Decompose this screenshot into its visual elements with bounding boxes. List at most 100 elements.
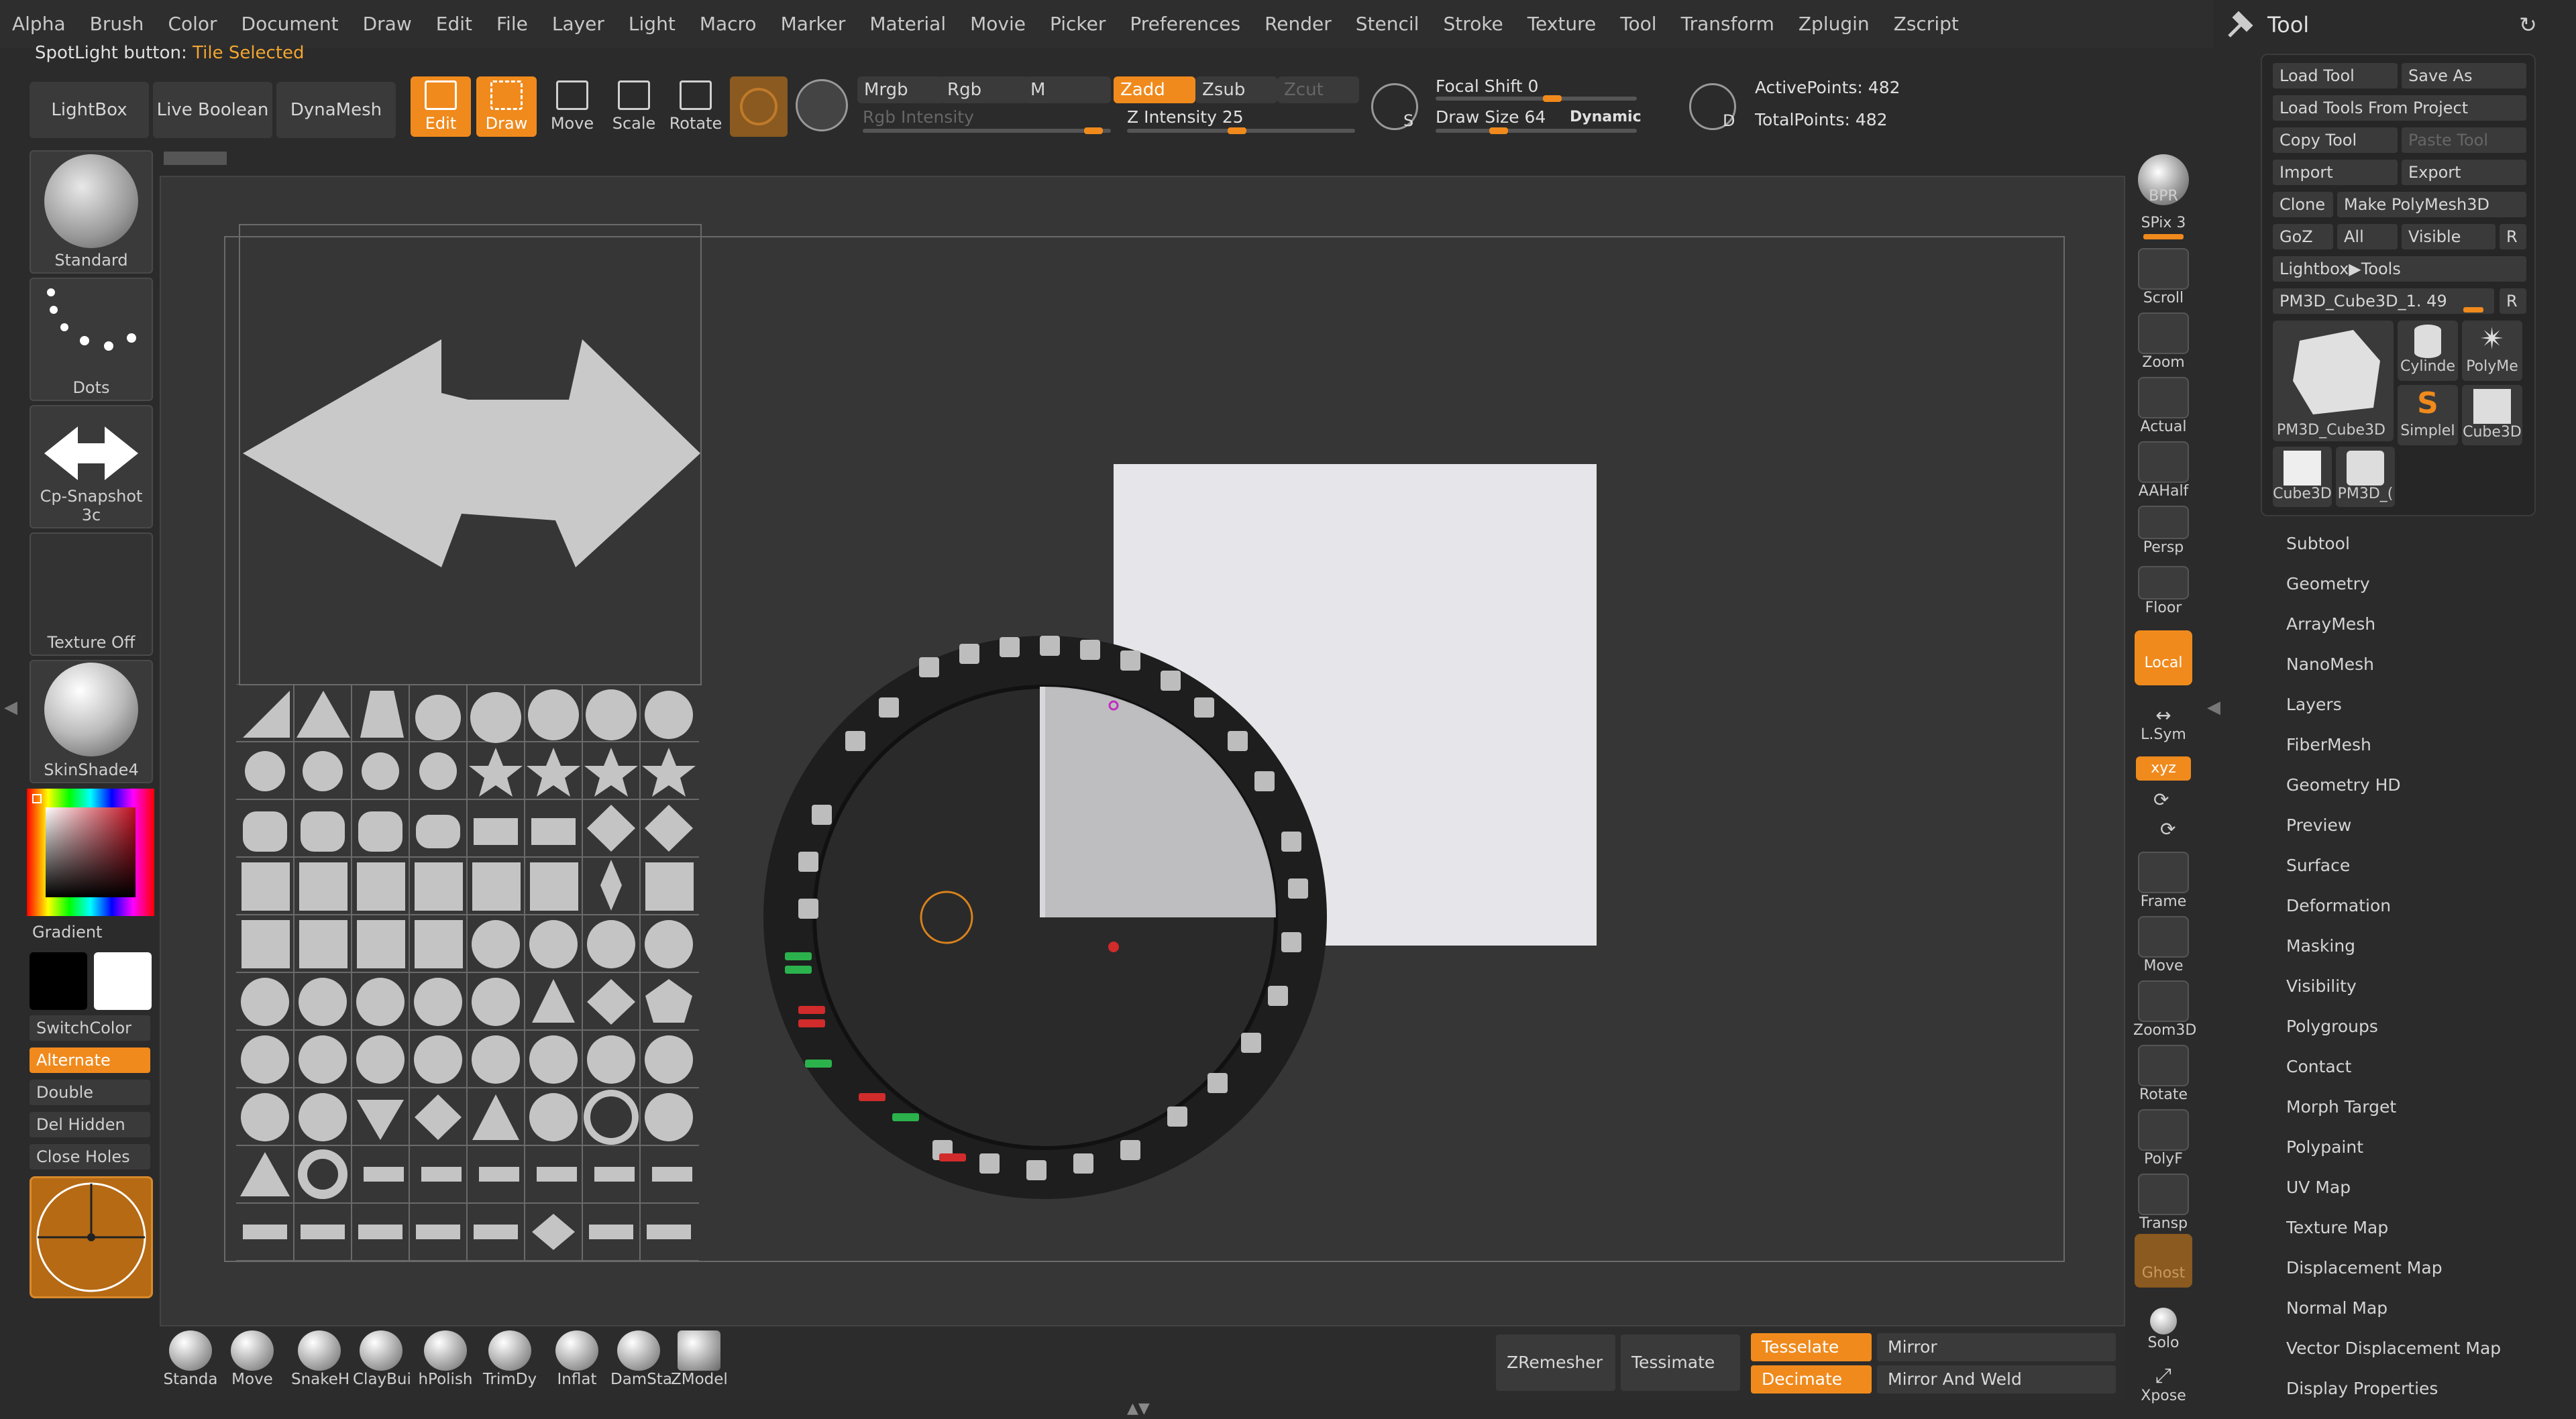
subpalette-surface[interactable]: Surface xyxy=(2286,856,2350,875)
brush-inflate[interactable]: Inflat xyxy=(549,1330,605,1388)
scroll-button[interactable]: Scroll xyxy=(2133,248,2194,306)
subpalette-texture-map[interactable]: Texture Map xyxy=(2286,1218,2388,1237)
alternate-button[interactable]: Alternate xyxy=(30,1047,150,1073)
copy-tool-button[interactable]: Copy Tool xyxy=(2273,127,2398,153)
make-polymesh3d-button[interactable]: Make PolyMesh3D xyxy=(2337,192,2526,217)
dynamesh-button[interactable]: DynaMesh xyxy=(276,82,396,138)
scale-button[interactable]: Scale xyxy=(604,80,664,133)
floor-button[interactable]: Floor xyxy=(2133,566,2194,616)
rgb-button[interactable]: Rgb xyxy=(941,76,1028,103)
switchcolor-button[interactable]: SwitchColor xyxy=(30,1015,150,1041)
brush-claybuildup[interactable]: ClayBui xyxy=(353,1330,411,1388)
rotate-z-icon[interactable]: ⟳ xyxy=(2160,818,2176,840)
menu-tool[interactable]: Tool xyxy=(1608,0,1668,48)
load-tool-button[interactable]: Load Tool xyxy=(2273,63,2398,89)
menu-transform[interactable]: Transform xyxy=(1669,0,1786,48)
brush-hpolish[interactable]: hPolish xyxy=(417,1330,474,1388)
material-selector[interactable]: SkinShade4 xyxy=(30,660,153,783)
tesselate-button[interactable]: Tesselate xyxy=(1751,1333,1872,1361)
mrgb-button[interactable]: Mrgb xyxy=(857,76,945,103)
transp-button[interactable]: Transp xyxy=(2133,1174,2194,1232)
import-button[interactable]: Import xyxy=(2273,160,2398,185)
spix-slider[interactable]: SPix 3 xyxy=(2133,215,2194,242)
zoom3d-button[interactable]: Zoom3D xyxy=(2133,980,2196,1039)
rgb-intensity-knob[interactable] xyxy=(1084,127,1103,134)
goz-visible-button[interactable]: Visible xyxy=(2402,224,2496,249)
spotlight-tile-preview[interactable] xyxy=(239,224,702,685)
save-as-button[interactable]: Save As xyxy=(2402,63,2526,89)
brush-sphere-icon[interactable] xyxy=(796,79,848,131)
lsym-button[interactable]: ↔ L.Sym xyxy=(2133,704,2194,743)
subpalette-masking[interactable]: Masking xyxy=(2286,936,2355,956)
menu-render[interactable]: Render xyxy=(1252,0,1344,48)
current-tool-r-button[interactable]: R xyxy=(2500,288,2526,314)
menu-draw[interactable]: Draw xyxy=(351,0,424,48)
subpalette-uv-map[interactable]: UV Map xyxy=(2286,1178,2351,1197)
subpalette-contact[interactable]: Contact xyxy=(2286,1057,2351,1076)
subpalette-morph-target[interactable]: Morph Target xyxy=(2286,1097,2396,1117)
brush-selector[interactable]: Standard xyxy=(30,150,153,274)
left-tray-toggle-icon[interactable]: ◀ xyxy=(4,697,17,718)
double-button[interactable]: Double xyxy=(30,1080,150,1105)
xpose-button[interactable]: ⤢ Xpose xyxy=(2133,1364,2194,1404)
material-sphere-button[interactable] xyxy=(730,76,788,137)
zcut-button[interactable]: Zcut xyxy=(1277,76,1359,103)
navigation-widget[interactable] xyxy=(30,1176,153,1298)
zadd-button[interactable]: Zadd xyxy=(1114,76,1195,103)
tool-thumb-simplebrush[interactable]: S SimpleI xyxy=(2398,385,2458,445)
subpalette-preview[interactable]: Preview xyxy=(2286,815,2351,835)
m-button[interactable]: M xyxy=(1024,76,1111,103)
subpalette-displacement-map[interactable]: Displacement Map xyxy=(2286,1258,2443,1278)
mirror-and-weld-button[interactable]: Mirror And Weld xyxy=(1877,1365,2116,1394)
paste-tool-button[interactable]: Paste Tool xyxy=(2402,127,2526,153)
brush-standard[interactable]: Standa xyxy=(162,1330,219,1388)
menu-alpha[interactable]: Alpha xyxy=(0,0,78,48)
del-hidden-button[interactable]: Del Hidden xyxy=(30,1112,150,1137)
ghost-button[interactable]: Ghost xyxy=(2133,1234,2194,1288)
goz-button[interactable]: GoZ xyxy=(2273,224,2333,249)
move-view-button[interactable]: Move xyxy=(2133,916,2194,974)
draw-size-slider[interactable] xyxy=(1436,127,1637,134)
color-picker-square[interactable] xyxy=(46,807,136,897)
draw-button[interactable]: Draw xyxy=(476,76,537,137)
menu-texture[interactable]: Texture xyxy=(1515,0,1609,48)
color-picker-marker[interactable] xyxy=(32,794,42,803)
tool-thumb-polymesh[interactable]: ✴ PolyMe xyxy=(2462,321,2522,381)
z-intensity-slider[interactable] xyxy=(1127,127,1355,134)
zsub-button[interactable]: Zsub xyxy=(1195,76,1277,103)
rotate-y-icon[interactable]: ⟳ xyxy=(2153,789,2169,811)
lightbox-tools-button[interactable]: Lightbox▶Tools xyxy=(2273,256,2526,282)
subpalette-normal-map[interactable]: Normal Map xyxy=(2286,1298,2387,1318)
spotlight-wheel[interactable] xyxy=(758,630,1332,1204)
goz-all-button[interactable]: All xyxy=(2337,224,2398,249)
menu-color[interactable]: Color xyxy=(156,0,229,48)
edit-button[interactable]: Edit xyxy=(411,76,471,137)
tool-thumb-pm3d-2[interactable]: PM3D_( xyxy=(2336,447,2395,507)
polyf-button[interactable]: PolyF xyxy=(2133,1109,2194,1168)
subpalette-layers[interactable]: Layers xyxy=(2286,695,2342,714)
focal-shift-knob[interactable] xyxy=(1543,95,1562,102)
menu-stencil[interactable]: Stencil xyxy=(1344,0,1432,48)
rotate-button[interactable]: Rotate xyxy=(665,80,726,133)
menu-movie[interactable]: Movie xyxy=(958,0,1038,48)
lightbox-button[interactable]: LightBox xyxy=(30,82,149,138)
current-tool-slider[interactable]: PM3D_Cube3D_1. 49 xyxy=(2273,288,2494,314)
focal-shift-slider[interactable] xyxy=(1436,95,1637,102)
clone-button[interactable]: Clone xyxy=(2273,192,2333,217)
actual-button[interactable]: Actual xyxy=(2133,377,2194,435)
subpalette-arraymesh[interactable]: ArrayMesh xyxy=(2286,614,2375,634)
alpha-grid[interactable] xyxy=(236,683,699,1262)
reset-icon[interactable]: ↻ xyxy=(2519,12,2537,38)
subpalette-geometry[interactable]: Geometry xyxy=(2286,574,2370,593)
bottom-tray-toggle-icon[interactable]: ▲▼ xyxy=(1127,1400,1150,1417)
subpalette-fibermesh[interactable]: FiberMesh xyxy=(2286,735,2371,754)
menu-zscript[interactable]: Zscript xyxy=(1882,0,1971,48)
tool-thumb-cylinder[interactable]: Cylinde xyxy=(2398,321,2458,381)
tool-thumb-pm3d-cube3d[interactable]: PM3D_Cube3D xyxy=(2273,321,2394,441)
subpalette-geometry-hd[interactable]: Geometry HD xyxy=(2286,775,2401,795)
canvas-scroll-handle[interactable] xyxy=(164,152,227,165)
menu-macro[interactable]: Macro xyxy=(688,0,769,48)
zoom-button[interactable]: Zoom xyxy=(2133,313,2194,371)
close-holes-button[interactable]: Close Holes xyxy=(30,1144,150,1170)
subpalette-polypaint[interactable]: Polypaint xyxy=(2286,1137,2363,1157)
